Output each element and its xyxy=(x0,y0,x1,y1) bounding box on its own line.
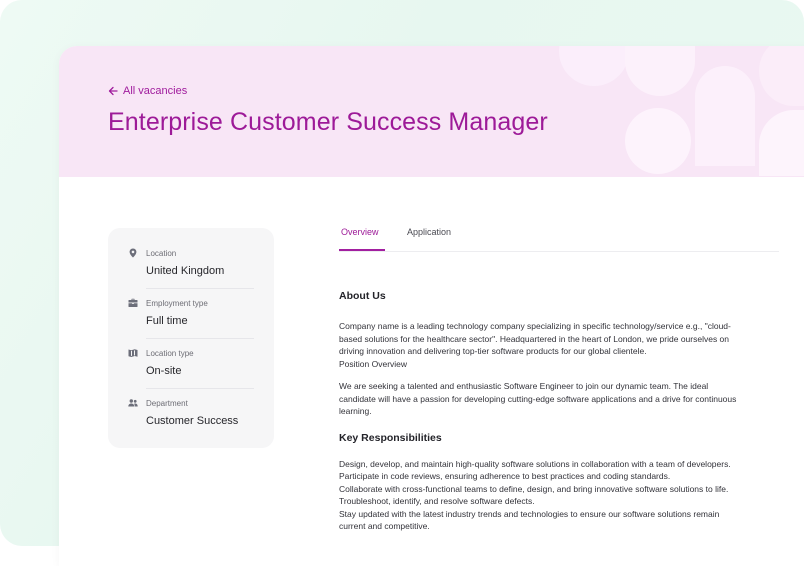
detail-location: Location United Kingdom xyxy=(128,248,254,277)
active-tab-indicator xyxy=(339,249,385,251)
vacancy-card: All vacancies Enterprise Customer Succes… xyxy=(59,46,804,566)
detail-label: Location xyxy=(146,248,177,258)
tab-application[interactable]: Application xyxy=(407,227,451,237)
location-pin-icon xyxy=(129,248,137,258)
paragraph-line: Company name is a leading technology com… xyxy=(339,321,731,331)
decorative-shape xyxy=(625,46,695,96)
paragraph-line: driving innovation and delivering top-ti… xyxy=(339,346,647,356)
divider xyxy=(146,338,254,339)
section-heading-about: About Us xyxy=(339,290,386,302)
decorative-shape xyxy=(759,46,804,106)
detail-location-type: Location type On-site xyxy=(128,348,254,377)
divider xyxy=(146,288,254,289)
hero-banner: All vacancies Enterprise Customer Succes… xyxy=(59,46,804,177)
detail-department: Department Customer Success xyxy=(128,398,254,427)
detail-value: United Kingdom xyxy=(146,265,225,277)
list-line: Troubleshoot, identify, and resolve soft… xyxy=(339,496,535,506)
back-link[interactable]: All vacancies xyxy=(108,85,187,97)
tab-bar: Overview Application xyxy=(339,224,779,252)
tab-overview[interactable]: Overview xyxy=(341,227,379,237)
section-heading-responsibilities: Key Responsibilities xyxy=(339,431,442,444)
detail-employment-type: Employment type Full time xyxy=(128,298,254,327)
paragraph-line: based solutions for the healthcare secto… xyxy=(339,333,730,344)
decorative-shape xyxy=(759,110,804,176)
people-icon xyxy=(128,399,138,407)
map-icon xyxy=(128,349,138,357)
decorative-shape xyxy=(695,66,755,166)
detail-value: Customer Success xyxy=(146,415,239,427)
detail-label: Employment type xyxy=(146,298,208,308)
detail-label: Location type xyxy=(146,348,194,358)
arrow-left-icon xyxy=(108,86,118,96)
detail-label: Department xyxy=(146,398,188,408)
list-line: Collaborate with cross-functional teams … xyxy=(339,483,729,494)
page-title: Enterprise Customer Success Manager xyxy=(108,108,548,136)
paragraph-line: learning. xyxy=(339,406,372,416)
decorative-shape xyxy=(625,108,691,174)
list-line: Participate in code reviews, ensuring ad… xyxy=(339,471,671,481)
job-details-panel: Location United Kingdom Employment type … xyxy=(108,228,274,448)
decorative-shape xyxy=(559,46,629,86)
list-line: Design, develop, and maintain high-quali… xyxy=(339,458,731,469)
list-line: Stay updated with the latest industry tr… xyxy=(339,508,720,519)
paragraph-line: Position Overview xyxy=(339,358,408,369)
paragraph-line: candidate will have a passion for develo… xyxy=(339,393,737,404)
divider xyxy=(146,388,254,389)
briefcase-icon xyxy=(128,298,138,307)
detail-value: Full time xyxy=(146,315,188,327)
detail-value: On-site xyxy=(146,365,182,377)
overview-content: About Us Company name is a leading techn… xyxy=(339,290,779,533)
paragraph-line: We are seeking a talented and enthusiast… xyxy=(339,381,709,391)
list-line: current and competitive. xyxy=(339,521,430,531)
back-link-label: All vacancies xyxy=(123,85,188,97)
